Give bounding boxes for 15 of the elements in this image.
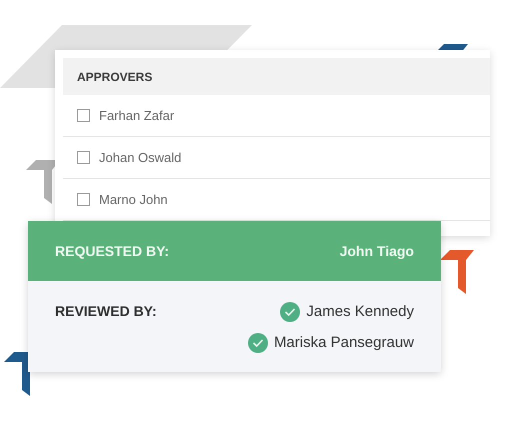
corner-shape (440, 250, 474, 294)
checkbox[interactable] (77, 151, 90, 164)
requester-name: John Tiago (340, 242, 414, 261)
checkbox[interactable] (77, 109, 90, 122)
approvers-title: APPROVERS (77, 68, 152, 86)
checkbox[interactable] (77, 193, 90, 206)
approver-name: Farhan Zafar (99, 106, 174, 125)
requested-by-label: REQUESTED BY: (55, 242, 170, 261)
approver-row[interactable]: Johan Oswald (63, 137, 490, 179)
approver-name: Johan Oswald (99, 148, 182, 167)
approver-name: Marno John (99, 190, 168, 209)
reviewer-name: Mariska Pansegrauw (274, 332, 414, 352)
approver-row[interactable]: Farhan Zafar (63, 95, 490, 137)
reviewer-name: James Kennedy (306, 302, 414, 322)
reviewed-by-label: REVIEWED BY: (55, 302, 157, 321)
